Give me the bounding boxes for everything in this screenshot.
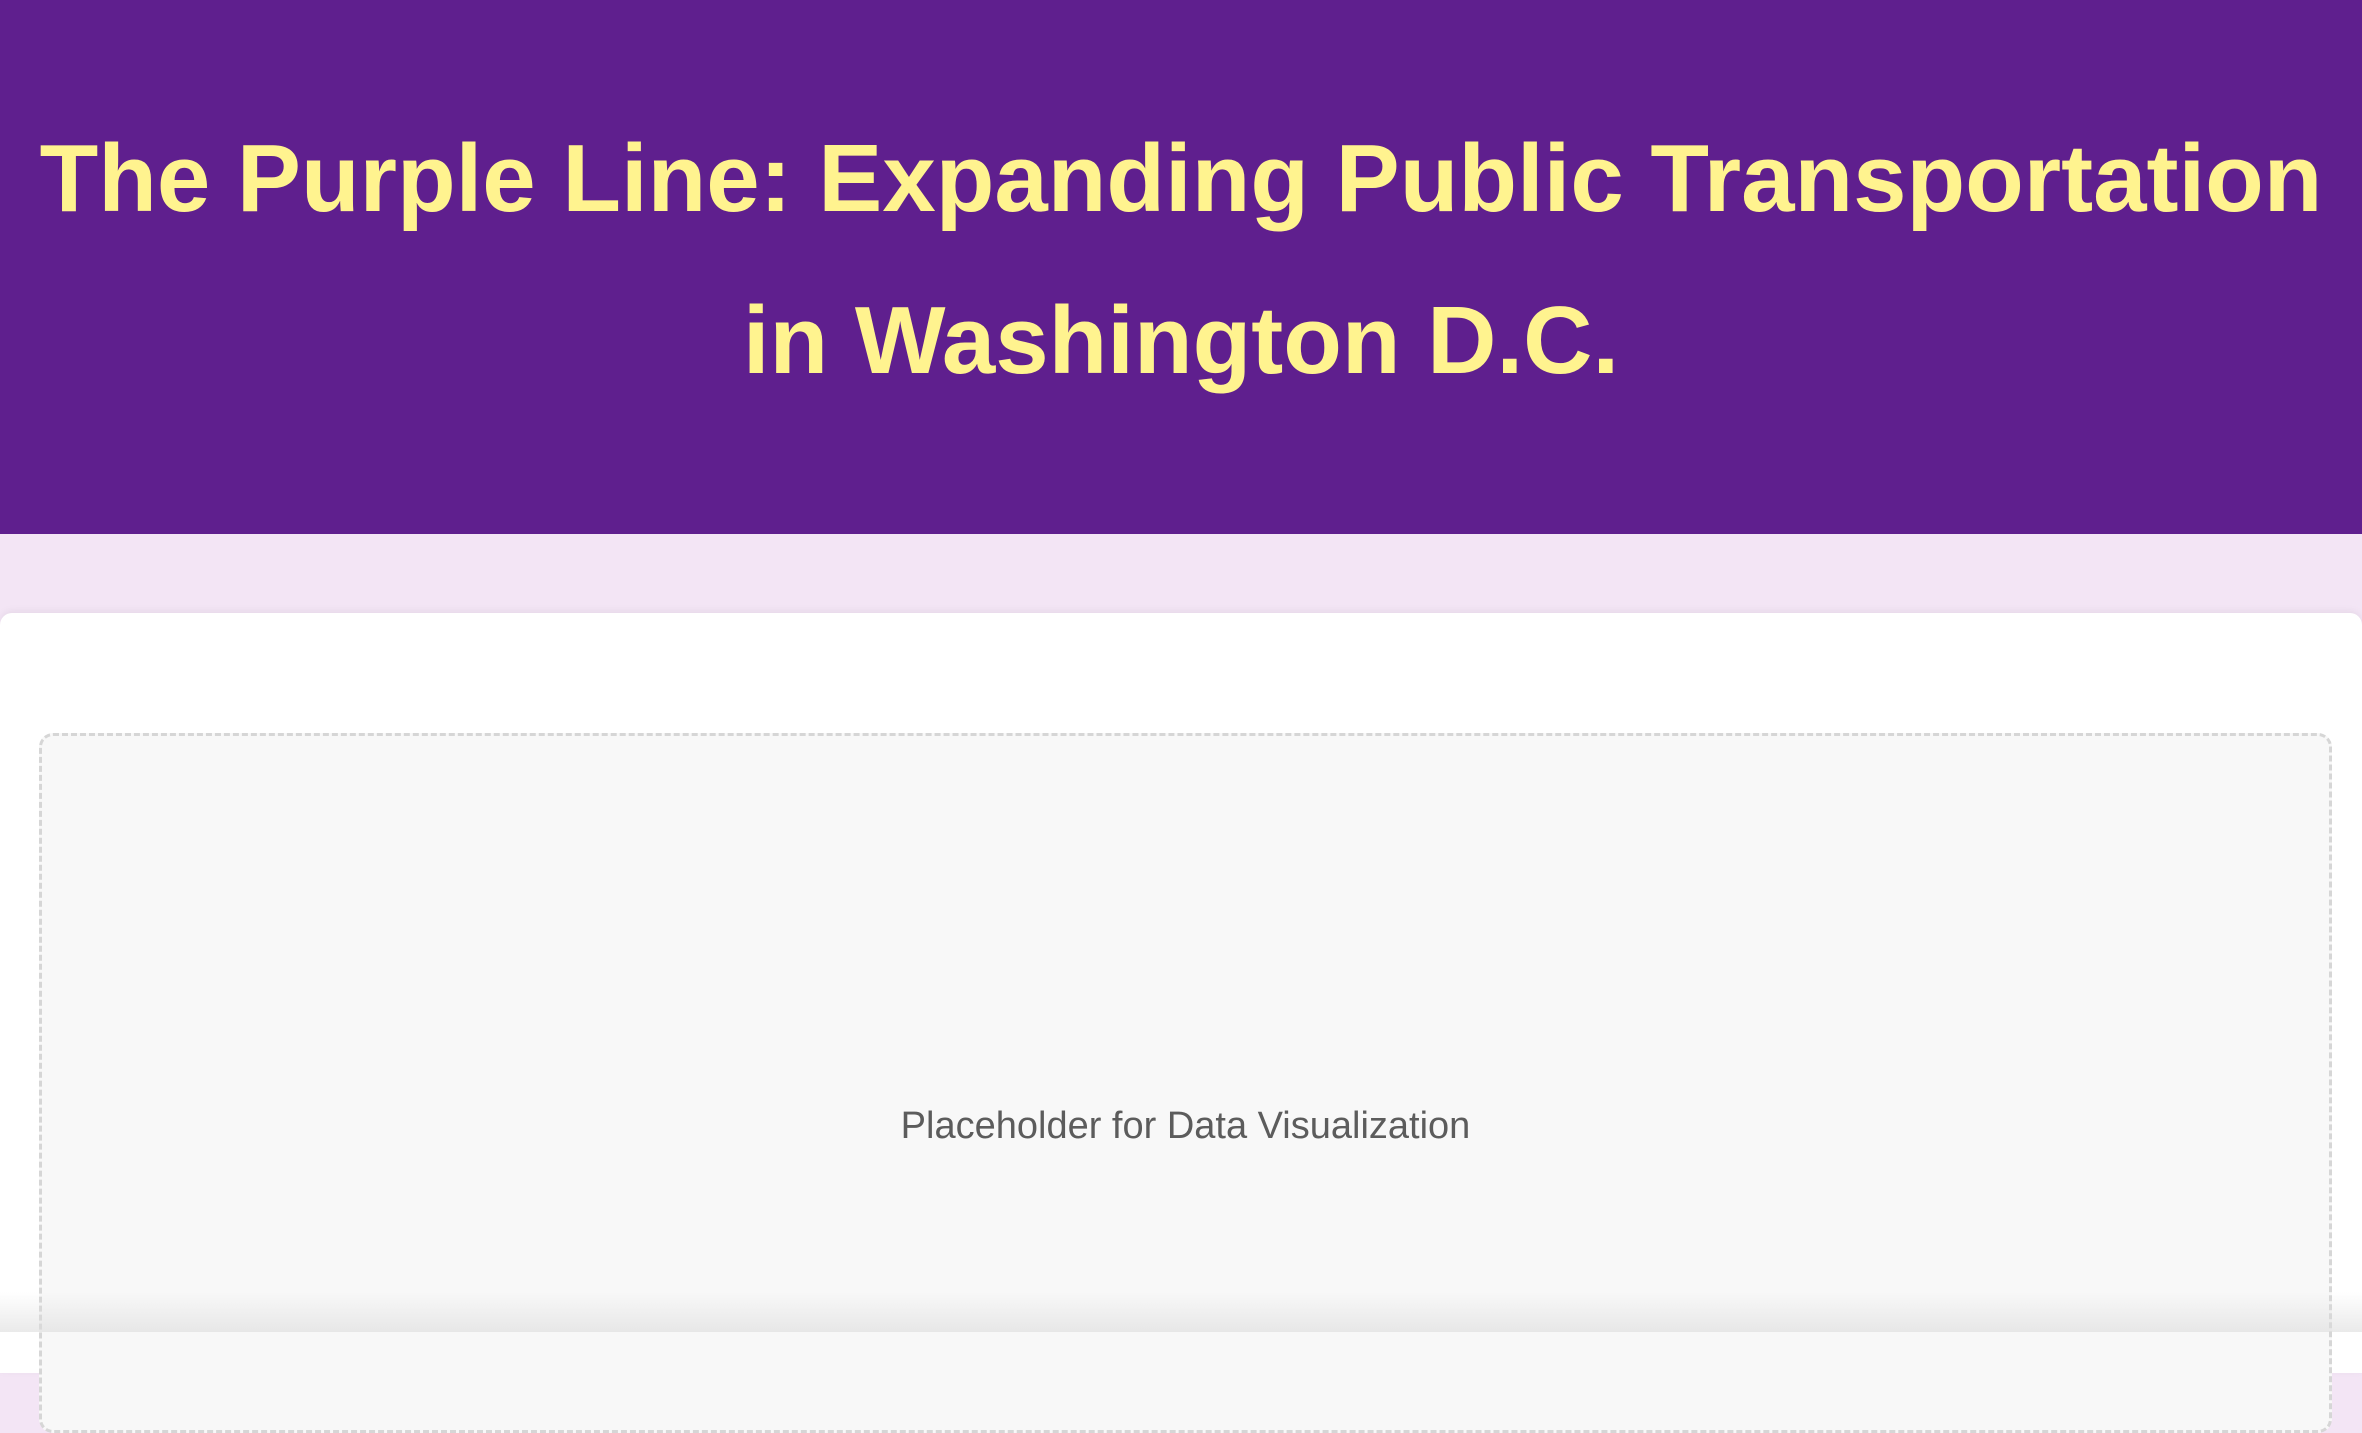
page-header: The Purple Line: Expanding Public Transp… (0, 0, 2362, 534)
page-title: The Purple Line: Expanding Public Transp… (31, 98, 2331, 422)
placeholder-text: Placeholder for Data Visualization (42, 1103, 2329, 1149)
content-card: Placeholder for Data Visualization (0, 613, 2362, 1373)
data-visualization-placeholder: Placeholder for Data Visualization (39, 733, 2332, 1433)
